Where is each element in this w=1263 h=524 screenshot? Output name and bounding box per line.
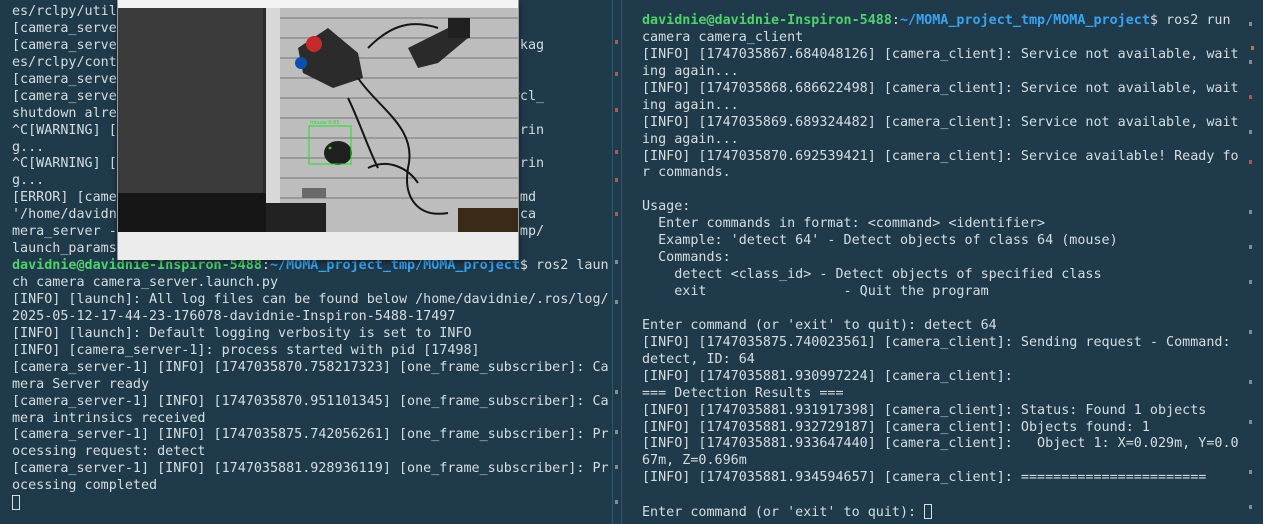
scrollbar-marker	[1249, 130, 1252, 134]
right-terminal-pane[interactable]: davidnie@davidnie-Inspiron-5488:~/MOMA_p…	[622, 0, 1242, 524]
scrollbar-marker	[1249, 210, 1252, 214]
terminal-line: Usage:	[642, 199, 691, 215]
terminal-line: mera intrinsics received	[12, 410, 206, 426]
scrollbar-marker	[1249, 60, 1252, 64]
left-terminal-scrollbar[interactable]	[613, 0, 621, 524]
camera-scene-drawing: mouse 0.85	[118, 8, 518, 232]
scrollbar-marker	[1249, 160, 1252, 164]
terminal-line: ch camera camera_server.launch.py	[12, 275, 279, 290]
scrollbar-marker	[1251, 46, 1254, 50]
scrollbar-marker	[615, 465, 618, 469]
scrollbar-marker	[1249, 22, 1252, 26]
camera-view-window[interactable]: mouse 0.85	[117, 0, 519, 260]
prompt-user-host: davidnie@davidnie-Inspiron-5488	[642, 13, 892, 28]
scrollbar-marker	[1249, 380, 1252, 384]
camera-window-statusbar	[118, 232, 518, 260]
terminal-line: ing again...	[642, 63, 739, 79]
terminal-line: [camera_server-1] [INFO] [1747035870.758…	[12, 359, 609, 375]
usb-dongle	[302, 188, 326, 198]
table-surface	[266, 8, 518, 232]
terminal-line: [INFO] [camera_server-1]: process starte…	[12, 342, 480, 358]
text-cursor	[924, 504, 933, 520]
terminal-line: r commands.	[642, 165, 731, 181]
scrollbar-marker	[615, 390, 618, 394]
scrollbar-marker	[1249, 420, 1252, 424]
prompt-path: ~/MOMA_project_tmp/MOMA_project	[269, 258, 520, 274]
prompt-command: $ ros2 run	[1149, 13, 1231, 28]
terminal-line: [INFO] [launch]: All log files can be fo…	[12, 291, 609, 307]
scrollbar-marker	[1249, 505, 1252, 509]
scrollbar-marker	[615, 72, 618, 76]
command-prompt-text: Enter command (or 'exit' to quit):	[642, 505, 925, 521]
terminal-line: [camera_server-1] [INFO] [1747035881.928…	[12, 461, 609, 477]
scrollbar-marker	[615, 212, 618, 216]
scrollbar-marker	[615, 300, 618, 304]
terminal-line: [camera_server-1] [INFO] [1747035875.742…	[12, 427, 609, 443]
terminal-line: 2025-05-12-17-44-23-176078-davidnie-Insp…	[12, 308, 456, 324]
terminal-line: [INFO] [1747035867.684048126] [camera_cl…	[642, 46, 1239, 62]
scrollbar-marker	[615, 40, 618, 44]
terminal-line: [INFO] [1747035870.692539421] [camera_cl…	[642, 148, 1239, 164]
scrollbar-marker	[1249, 470, 1252, 474]
scrollbar-marker	[1249, 245, 1252, 249]
terminal-line: [INFO] [1747035869.689324482] [camera_cl…	[642, 114, 1239, 130]
scrollbar-marker	[615, 260, 618, 264]
scrollbar-marker	[615, 178, 618, 182]
scrollbar-marker	[1249, 280, 1252, 284]
right-terminal-output: davidnie@davidnie-Inspiron-5488:~/MOMA_p…	[642, 13, 1239, 521]
terminal-line: [INFO] [launch]: Default logging verbosi…	[12, 325, 472, 341]
command-input-line[interactable]: Enter command (or 'exit' to quit):	[642, 504, 1239, 521]
scrollbar-marker	[615, 108, 618, 112]
right-terminal-scrollbar[interactable]	[1245, 0, 1263, 524]
detection-label: mouse 0.85	[310, 120, 340, 126]
text-cursor	[12, 495, 20, 511]
prompt-separator: :	[261, 258, 270, 274]
terminal-line: [INFO] [1747035881.931917398] [camera_cl…	[642, 402, 1207, 418]
terminal-line: ocessing completed	[12, 478, 158, 494]
terminal-line: detect, ID: 64	[642, 351, 755, 367]
terminal-line: [INFO] [1747035875.740023561] [camera_cl…	[642, 334, 1231, 350]
terminal-line: ocessing request: detect	[12, 444, 206, 460]
terminal-line: Enter command (or 'exit' to quit): detec…	[642, 317, 997, 333]
terminal-line: [INFO] [1747035868.686622498] [camera_cl…	[642, 80, 1239, 96]
prompt-user-host: davidnie@davidnie-Inspiron-5488	[12, 258, 262, 274]
terminal-line: [INFO] [1747035881.933647440] [camera_cl…	[642, 436, 1239, 452]
terminal-line: detect <class_id> - Detect objects of sp…	[642, 267, 1102, 283]
shell-prompt-line: davidnie@davidnie-Inspiron-5488:~/MOMA_p…	[642, 13, 1239, 30]
terminal-line: Commands:	[642, 250, 731, 266]
terminal-line: ing again...	[642, 131, 739, 147]
scrollbar-marker	[615, 150, 618, 154]
detected-mouse	[324, 141, 352, 165]
terminal-line: [camera_server-1] [INFO] [1747035870.951…	[12, 393, 609, 409]
camera-frame-image: mouse 0.85	[118, 8, 518, 232]
terminal-line: exit - Quit the program	[642, 284, 989, 299]
terminal-line: [INFO] [1747035881.932729187] [camera_cl…	[642, 419, 1150, 435]
terminal-line: 67m, Z=0.696m	[642, 453, 747, 469]
prompt-path: ~/MOMA_project_tmp/MOMA_project	[899, 13, 1150, 28]
terminal-line: [INFO] [1747035881.930997224] [camera_cl…	[642, 368, 1013, 384]
scrollbar-marker	[1249, 330, 1252, 334]
terminal-line: ing again...	[642, 97, 739, 113]
prompt-command: $ ros2 laun	[519, 258, 609, 274]
terminal-line: Enter commands in format: <command> <ide…	[642, 216, 1046, 232]
shell-prompt-line: davidnie@davidnie-Inspiron-5488:~/MOMA_p…	[12, 258, 609, 275]
camera-window-titlebar[interactable]	[118, 0, 518, 8]
terminal-line: mera Server ready	[12, 376, 150, 392]
prompt-separator: :	[891, 13, 900, 28]
terminal-line: Example: 'detect 64' - Detect objects of…	[642, 233, 1118, 249]
scrollbar-marker	[1249, 95, 1252, 99]
terminal-cursor-line	[12, 495, 609, 512]
terminal-line: [INFO] [1747035881.934594657] [camera_cl…	[642, 470, 1207, 486]
detection-center	[328, 146, 332, 150]
terminal-line: camera camera_client	[642, 29, 804, 45]
scrollbar-marker	[615, 430, 618, 434]
scrollbar-marker	[615, 500, 618, 504]
terminal-line: === Detection Results ===	[642, 385, 844, 401]
